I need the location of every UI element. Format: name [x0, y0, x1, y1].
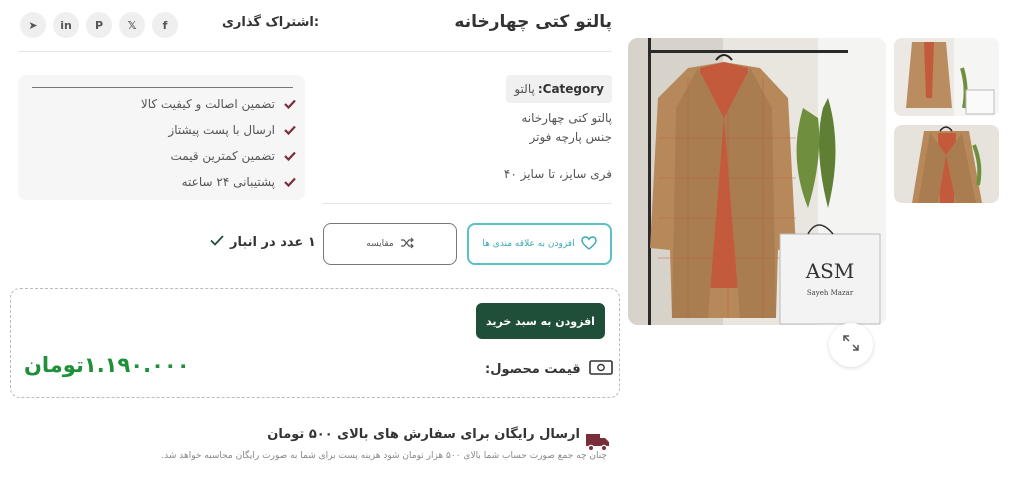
product-main-image[interactable]: ASM Sayeh Mazar — [628, 38, 886, 325]
guarantee-item: تضمین کمترین قیمت — [170, 149, 297, 163]
shipping-title: ارسال رایگان برای سفارش های بالای ۵۰۰ تو… — [267, 427, 580, 442]
price-label-text: قیمت محصول: — [485, 362, 581, 377]
guarantee-text: پشتیبانی ۲۴ ساعته — [181, 175, 275, 189]
check-icon — [210, 235, 224, 250]
compare-button[interactable]: مقایسه — [323, 223, 457, 265]
share-label: اشتراک گذاری: — [222, 15, 320, 30]
coat-thumb-1 — [894, 38, 999, 116]
brand-sub: Sayeh Mazar — [807, 289, 854, 297]
guarantee-text: تضمین کمترین قیمت — [170, 149, 275, 163]
compare-label: مقایسه — [366, 239, 394, 249]
page-edge — [1001, 0, 1024, 489]
money-icon — [588, 360, 613, 379]
category-value[interactable]: پالتو — [514, 82, 534, 96]
expand-icon — [843, 335, 859, 355]
price-value: ۱.۱۹۰.۰۰۰تومان — [24, 353, 190, 377]
guarantee-box: تضمین اصالت و کیفیت کالا ارسال با پست پی… — [18, 75, 305, 200]
add-to-cart-button[interactable]: افزودن به سبد خرید — [476, 303, 605, 339]
coat-photo: ASM Sayeh Mazar — [628, 38, 886, 325]
divider — [32, 87, 293, 88]
zoom-button[interactable] — [829, 323, 873, 367]
telegram-icon[interactable]: ➤ — [20, 12, 46, 38]
stock-text: ۱ عدد در انبار — [230, 235, 316, 250]
description-line: فری سایز، تا سایز ۴۰ — [503, 167, 612, 181]
wishlist-label: افزودن به علاقه مندی ها — [482, 239, 575, 249]
divider — [322, 203, 612, 204]
product-title: پالتو کتی چهارخانه — [454, 12, 612, 32]
guarantee-text: تضمین اصالت و کیفیت کالا — [140, 97, 275, 111]
linkedin-icon[interactable]: in — [53, 12, 79, 38]
pinterest-icon[interactable]: P — [86, 12, 112, 38]
heart-icon — [580, 235, 597, 253]
check-icon — [283, 175, 297, 189]
category-label: Category: — [537, 82, 604, 96]
guarantee-text: ارسال با پست پیشتاز — [168, 123, 275, 137]
check-icon — [283, 123, 297, 137]
coat-thumb-2 — [894, 125, 999, 203]
category-badge[interactable]: Category: پالتو — [506, 75, 612, 103]
guarantee-item: تضمین اصالت و کیفیت کالا — [141, 97, 297, 111]
check-icon — [283, 97, 297, 111]
shipping-subtitle: چنان چه جمع صورت حساب شما بالای ۵۰۰ هزار… — [161, 451, 607, 461]
brand-mark: ASM — [805, 259, 855, 283]
stock-status: ۱ عدد در انبار — [210, 235, 316, 250]
check-icon — [283, 149, 297, 163]
guarantee-item: ارسال با پست پیشتاز — [168, 123, 297, 137]
thumbnail-image[interactable] — [894, 125, 999, 203]
divider — [18, 51, 612, 52]
add-to-wishlist-button[interactable]: افزودن به علاقه مندی ها — [467, 223, 612, 265]
guarantee-item: پشتیبانی ۲۴ ساعته — [182, 175, 297, 189]
shuffle-icon — [400, 237, 414, 252]
facebook-icon[interactable]: f — [152, 12, 178, 38]
description-line: جنس پارچه فوتر — [529, 130, 612, 144]
price-label: قیمت محصول: — [485, 360, 613, 379]
x-icon[interactable]: 𝕏 — [119, 12, 145, 38]
thumbnail-image[interactable] — [894, 38, 999, 116]
description-line: پالتو کتی چهارخانه — [521, 111, 612, 125]
share-buttons: ➤ in P 𝕏 f — [20, 12, 178, 38]
